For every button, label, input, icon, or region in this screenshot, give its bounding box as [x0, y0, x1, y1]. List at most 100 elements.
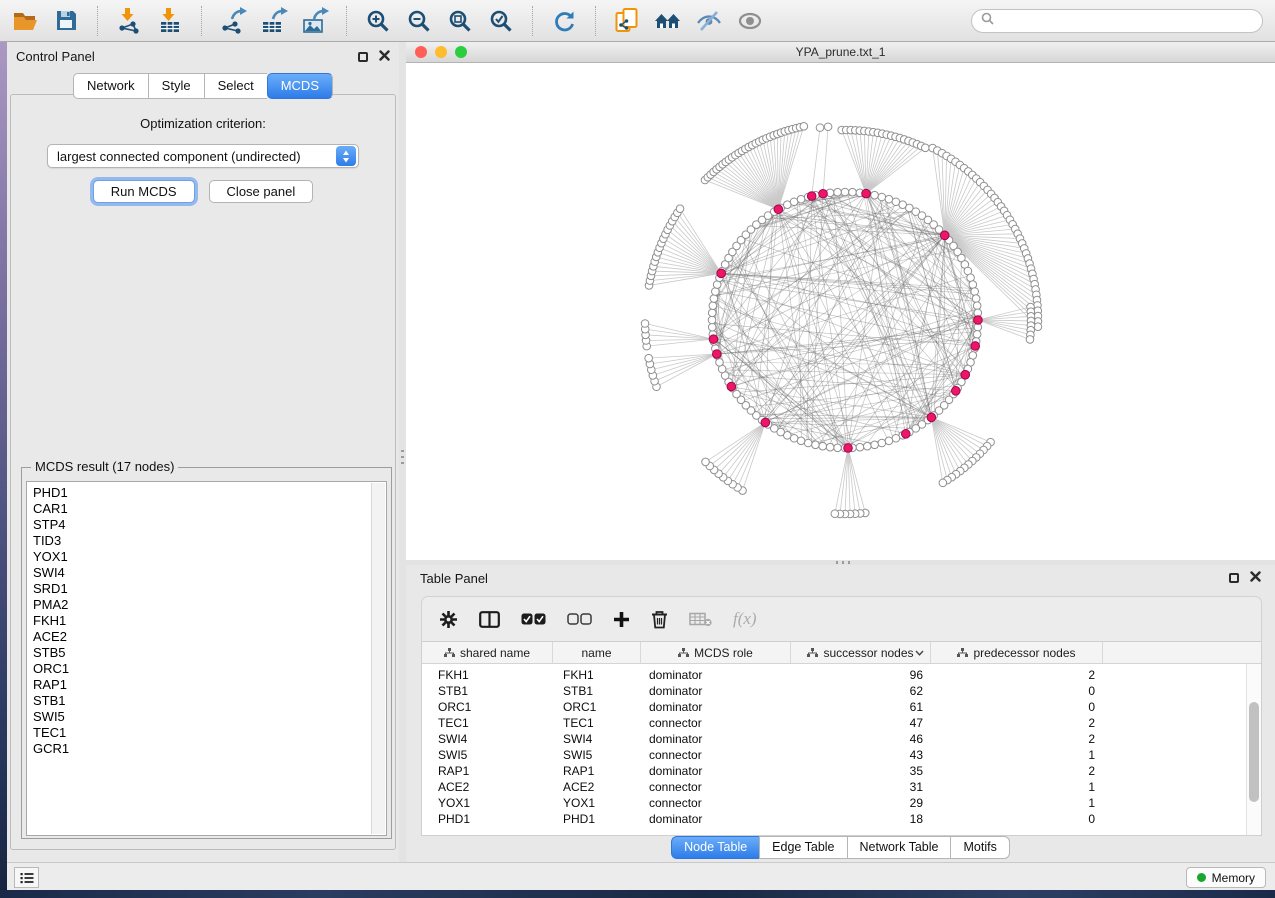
network-window-titlebar[interactable]: YPA_prune.txt_1: [406, 42, 1275, 63]
table-row[interactable]: YOX1YOX1connector291: [422, 795, 1246, 811]
tab-node-table[interactable]: Node Table: [671, 836, 759, 859]
mcds-result-item[interactable]: FKH1: [27, 613, 386, 629]
open-session-icon[interactable]: [10, 6, 40, 36]
tab-network-table[interactable]: Network Table: [847, 836, 951, 859]
table-panel: Table Panel: [406, 565, 1275, 862]
export-image-icon[interactable]: [300, 6, 330, 36]
tab-network[interactable]: Network: [73, 73, 148, 99]
zoom-fit-icon[interactable]: [445, 6, 475, 36]
column-layout-icon[interactable]: [479, 611, 500, 628]
refresh-view-icon[interactable]: [549, 6, 579, 36]
mcds-result-item[interactable]: STB1: [27, 693, 386, 709]
mcds-result-item[interactable]: YOX1: [27, 549, 386, 565]
close-panel-icon[interactable]: [379, 48, 390, 66]
delete-column-icon[interactable]: [651, 610, 668, 629]
column-header-MCDS-role[interactable]: MCDS role: [641, 642, 791, 663]
vertical-splitter[interactable]: [399, 42, 406, 862]
close-window-icon[interactable]: [415, 46, 427, 58]
mcds-result-item[interactable]: STP4: [27, 517, 386, 533]
memory-status-icon: [1197, 873, 1206, 882]
cell: RAP1: [422, 763, 553, 779]
minimize-window-icon[interactable]: [435, 46, 447, 58]
mcds-result-item[interactable]: RAP1: [27, 677, 386, 693]
select-all-checked-icon[interactable]: [521, 613, 546, 625]
cell: 2: [931, 715, 1103, 731]
show-eye-icon[interactable]: [735, 6, 765, 36]
table-row[interactable]: SWI4SWI4dominator462: [422, 731, 1246, 747]
close-panel-button[interactable]: Close panel: [209, 180, 314, 203]
column-header-predecessor-nodes[interactable]: predecessor nodes: [931, 642, 1103, 663]
mcds-result-item[interactable]: SWI4: [27, 565, 386, 581]
delete-table-icon[interactable]: [689, 612, 712, 627]
cell: YOX1: [553, 795, 641, 811]
float-panel-icon[interactable]: [1229, 573, 1239, 583]
column-header-shared-name[interactable]: shared name: [422, 642, 553, 663]
mcds-result-item[interactable]: PMA2: [27, 597, 386, 613]
tab-mcds[interactable]: MCDS: [267, 73, 333, 99]
run-mcds-button[interactable]: Run MCDS: [93, 180, 195, 203]
mcds-result-item[interactable]: SRD1: [27, 581, 386, 597]
table-row[interactable]: STB1STB1dominator620: [422, 683, 1246, 699]
export-network-icon[interactable]: [218, 6, 248, 36]
gear-icon[interactable]: [439, 610, 458, 629]
save-session-icon[interactable]: [51, 6, 81, 36]
tab-style[interactable]: Style: [148, 73, 204, 99]
close-panel-icon[interactable]: [1250, 569, 1261, 587]
table-scrollbar[interactable]: [1246, 664, 1261, 835]
search-box[interactable]: [971, 9, 1263, 33]
mcds-result-item[interactable]: CAR1: [27, 501, 386, 517]
mcds-result-item[interactable]: SWI5: [27, 709, 386, 725]
table-row[interactable]: ACE2ACE2connector311: [422, 779, 1246, 795]
home-view-icon[interactable]: [653, 6, 683, 36]
column-namespace-icon: [957, 648, 968, 658]
application-window: Control Panel NetworkStyleSelectMCDS Opt…: [0, 0, 1275, 898]
table-row[interactable]: TEC1TEC1connector472: [422, 715, 1246, 731]
add-column-icon[interactable]: [613, 611, 630, 628]
network-canvas[interactable]: [406, 63, 1275, 560]
mcds-result-item[interactable]: PHD1: [27, 485, 386, 501]
mcds-result-item[interactable]: STB5: [27, 645, 386, 661]
toolbar-separator: [595, 6, 596, 36]
mcds-result-item[interactable]: GCR1: [27, 741, 386, 757]
tab-motifs[interactable]: Motifs: [950, 836, 1009, 859]
cell: RAP1: [553, 763, 641, 779]
zoom-in-icon[interactable]: [363, 6, 393, 36]
mcds-result-item[interactable]: ORC1: [27, 661, 386, 677]
control-panel-title: Control Panel: [16, 49, 95, 64]
cell: SWI5: [422, 747, 553, 763]
control-panel-header: Control Panel: [7, 42, 399, 71]
table-row[interactable]: FKH1FKH1dominator962: [422, 667, 1246, 683]
mcds-result-list-box: PHD1CAR1STP4TID3YOX1SWI4SRD1PMA2FKH1ACE2…: [26, 481, 387, 836]
table-row[interactable]: ORC1ORC1dominator610: [422, 699, 1246, 715]
mcds-result-item[interactable]: TID3: [27, 533, 386, 549]
optimization-criterion-label: Optimization criterion:: [11, 116, 395, 131]
import-table-icon[interactable]: [155, 6, 185, 36]
import-network-icon[interactable]: [114, 6, 144, 36]
tab-select[interactable]: Select: [204, 73, 267, 99]
table-scrollbar-thumb[interactable]: [1249, 702, 1259, 802]
table-row[interactable]: PHD1PHD1dominator180: [422, 811, 1246, 827]
clone-network-icon[interactable]: [612, 6, 642, 36]
zoom-out-icon[interactable]: [404, 6, 434, 36]
column-header-name[interactable]: name: [553, 642, 641, 663]
maximize-window-icon[interactable]: [455, 46, 467, 58]
deselect-all-icon[interactable]: [567, 613, 592, 625]
column-header-successor-nodes[interactable]: successor nodes: [791, 642, 931, 663]
tab-edge-table[interactable]: Edge Table: [759, 836, 846, 859]
function-builder-icon[interactable]: f(x): [733, 609, 757, 629]
task-history-button[interactable]: [14, 867, 39, 888]
memory-button[interactable]: Memory: [1186, 867, 1266, 888]
list-icon: [20, 872, 34, 884]
hide-eye-icon[interactable]: [694, 6, 724, 36]
mcds-list-scrollbar[interactable]: [371, 483, 385, 834]
table-row[interactable]: SWI5SWI5connector431: [422, 747, 1246, 763]
mcds-result-item[interactable]: TEC1: [27, 725, 386, 741]
optimization-criterion-select[interactable]: largest connected component (undirected): [47, 144, 359, 168]
search-input[interactable]: [1000, 14, 1253, 28]
table-row[interactable]: RAP1RAP1dominator352: [422, 763, 1246, 779]
float-panel-icon[interactable]: [358, 52, 368, 62]
export-table-icon[interactable]: [259, 6, 289, 36]
mcds-result-item[interactable]: ACE2: [27, 629, 386, 645]
zoom-selected-icon[interactable]: [486, 6, 516, 36]
main-toolbar: [0, 0, 1275, 42]
